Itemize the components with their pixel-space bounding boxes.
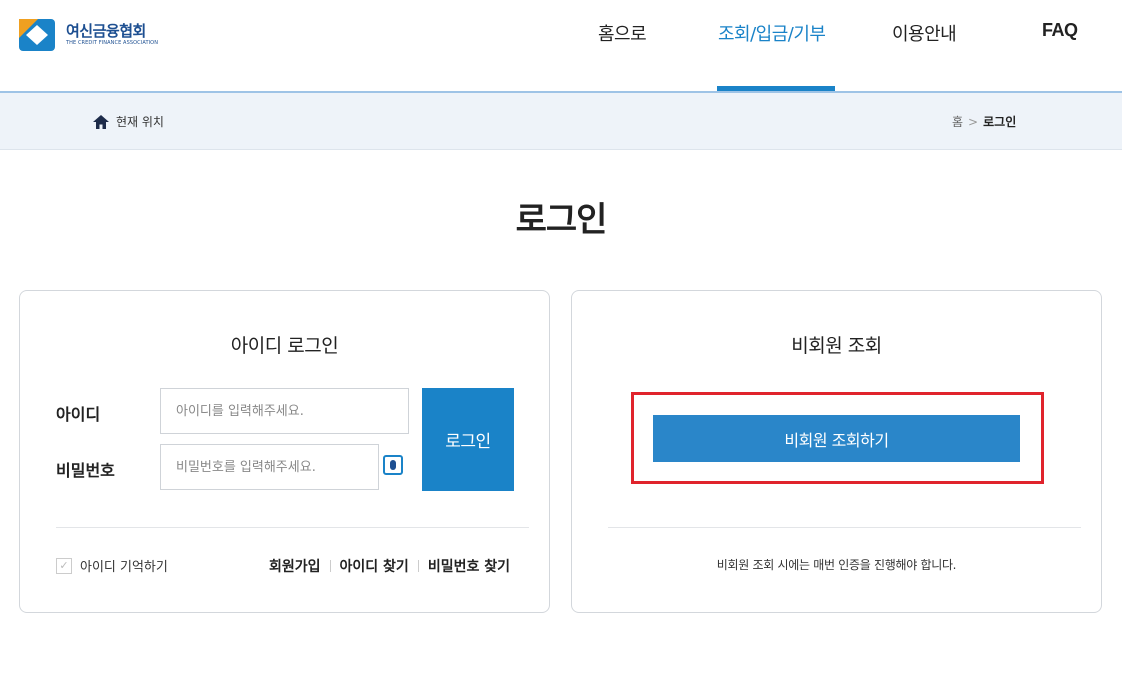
check-icon: ✓ bbox=[56, 557, 72, 574]
id-label: 아이디 bbox=[56, 405, 101, 424]
guest-inquiry-title: 비회원 조회 bbox=[791, 335, 882, 357]
guest-inquiry-button[interactable]: 비회원 조회하기 bbox=[653, 415, 1020, 462]
breadcrumb: 홈 > 로그인 bbox=[952, 113, 1016, 130]
id-login-panel: 아이디 로그인 아이디 비밀번호 로그인 ✓ 아이디 기억하기 회원가입 아이디… bbox=[19, 290, 550, 613]
page-title: 로그인 bbox=[515, 200, 608, 240]
link-divider bbox=[417, 560, 419, 572]
location-label: 현재 위치 bbox=[116, 115, 164, 129]
breadcrumb-bar: 현재 위치 홈 > 로그인 bbox=[0, 91, 1122, 150]
current-location: 현재 위치 bbox=[93, 113, 164, 130]
nav-item-home[interactable]: 홈으로 bbox=[598, 20, 647, 46]
divider bbox=[56, 527, 529, 528]
divider bbox=[608, 527, 1081, 528]
guest-inquiry-note: 비회원 조회 시에는 매번 인증을 진행해야 합니다. bbox=[716, 558, 957, 572]
signup-link[interactable]: 회원가입 bbox=[269, 556, 321, 576]
virtual-keypad-icon[interactable] bbox=[383, 455, 403, 475]
id-input[interactable] bbox=[160, 388, 409, 434]
login-button[interactable]: 로그인 bbox=[422, 388, 514, 491]
password-input[interactable] bbox=[160, 444, 379, 490]
remember-id-label: 아이디 기억하기 bbox=[80, 560, 168, 575]
breadcrumb-current: 로그인 bbox=[983, 115, 1017, 129]
find-password-link[interactable]: 비밀번호 찾기 bbox=[428, 556, 510, 576]
account-links: 회원가입 아이디 찾기 비밀번호 찾기 bbox=[269, 556, 510, 576]
main-nav: 홈으로 조회/입금/기부 이용안내 FAQ bbox=[0, 0, 1122, 91]
breadcrumb-separator: > bbox=[968, 114, 979, 129]
nav-item-guide[interactable]: 이용안내 bbox=[892, 20, 957, 46]
nav-item-inquiry[interactable]: 조회/입금/기부 bbox=[718, 20, 826, 46]
id-login-title: 아이디 로그인 bbox=[230, 335, 339, 357]
remember-id-checkbox[interactable]: ✓ 아이디 기억하기 bbox=[56, 556, 168, 575]
find-id-link[interactable]: 아이디 찾기 bbox=[340, 556, 409, 576]
nav-item-faq[interactable]: FAQ bbox=[1042, 20, 1078, 41]
link-divider bbox=[329, 560, 331, 572]
breadcrumb-home[interactable]: 홈 bbox=[952, 113, 963, 130]
site-header: 여신금융협회 THE CREDIT FINANCE ASSOCIATION 홈으… bbox=[0, 0, 1122, 91]
password-label: 비밀번호 bbox=[56, 461, 115, 480]
guest-inquiry-panel: 비회원 조회 비회원 조회하기 비회원 조회 시에는 매번 인증을 진행해야 합… bbox=[571, 290, 1102, 613]
home-icon bbox=[93, 114, 109, 129]
